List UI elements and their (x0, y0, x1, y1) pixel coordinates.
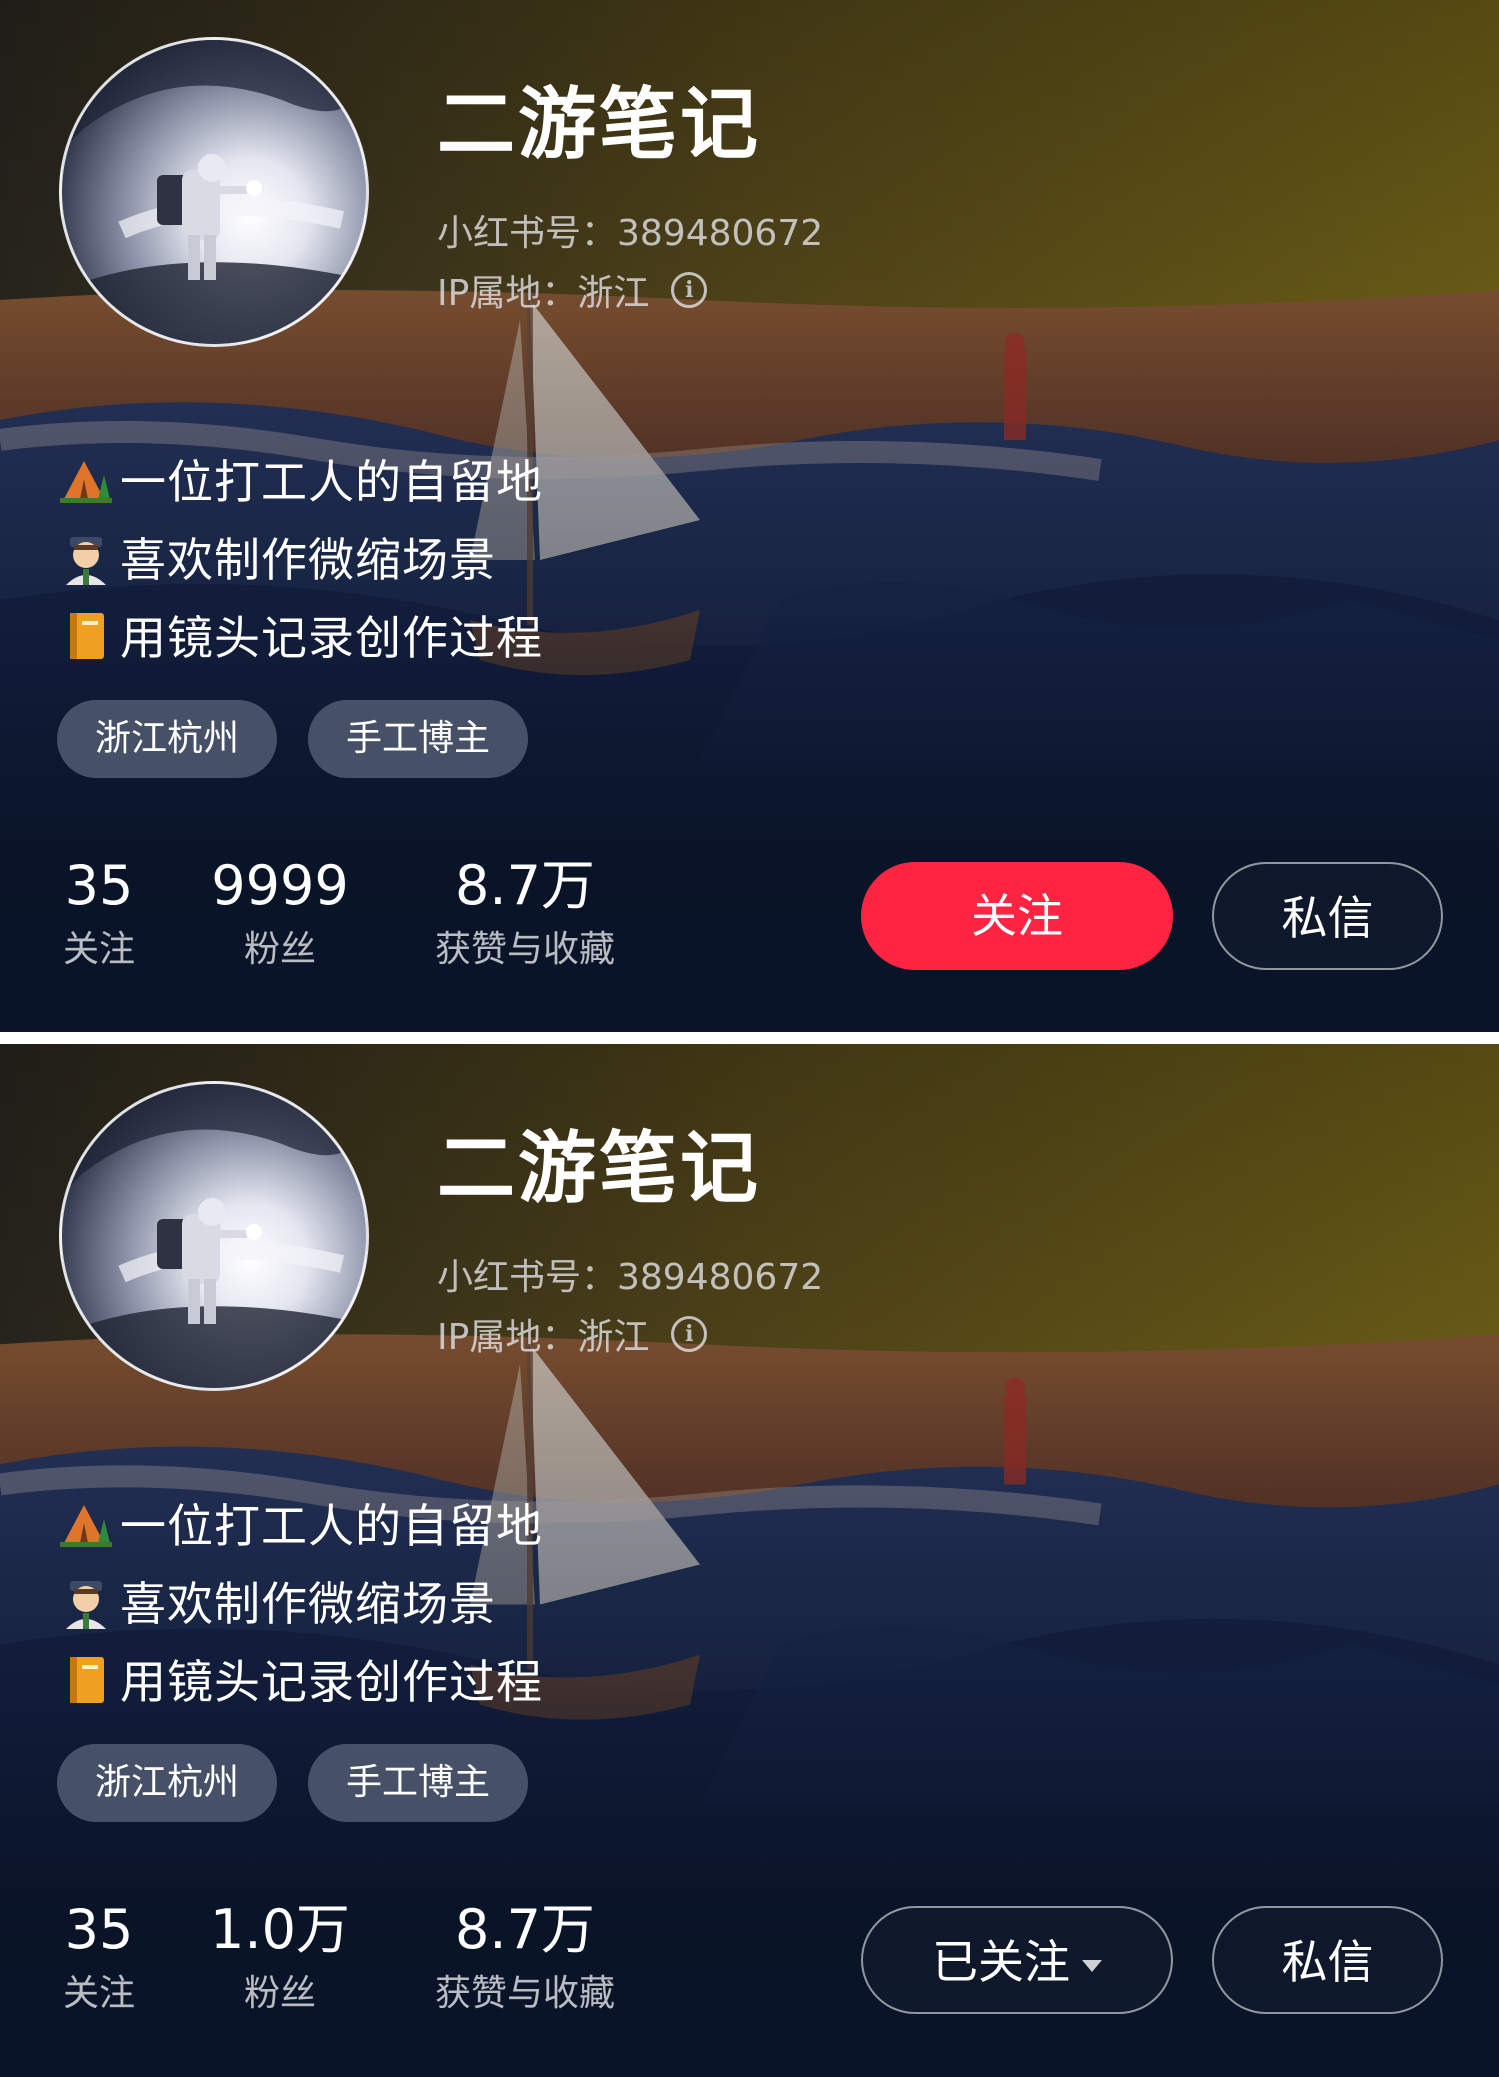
following-button-label: 已关注 (932, 1935, 1070, 1989)
bio-text: 用镜头记录创作过程 (120, 1655, 543, 1709)
bio-text: 喜欢制作微缩场景 (120, 1577, 496, 1631)
avatar[interactable] (59, 1081, 369, 1391)
ip-location: IP属地：浙江 (437, 273, 650, 314)
red-id[interactable]: 小红书号：389480672 (437, 204, 823, 256)
tent-icon (58, 1495, 114, 1551)
bio-text: 一位打工人的自留地 (120, 455, 543, 509)
tag-list: 浙江杭州 手工博主 (57, 1744, 529, 1822)
stat-likes-collects[interactable]: 8.7万 获赞与收藏 (420, 852, 630, 976)
divider (0, 1032, 1499, 1044)
ip-location-row: IP属地：浙江 i (437, 1308, 708, 1360)
bio-line: 用镜头记录创作过程 (58, 1640, 543, 1718)
bio-line: 一位打工人的自留地 (58, 1484, 543, 1562)
likes-count: 8.7万 (455, 1898, 595, 1961)
bio-text: 喜欢制作微缩场景 (120, 533, 496, 587)
profile-header-followed: 二游笔记 小红书号：389480672 IP属地：浙江 i 一位打工人的自留地 (0, 1044, 1499, 2077)
following-label: 关注 (62, 1973, 135, 2014)
tag-list: 浙江杭州 手工博主 (57, 700, 529, 778)
following-label: 关注 (62, 929, 135, 970)
bio-line: 喜欢制作微缩场景 (58, 518, 543, 596)
nickname: 二游笔记 (437, 1124, 762, 1214)
stat-fans[interactable]: 1.0万 粉丝 (210, 1896, 350, 2020)
likes-label: 获赞与收藏 (434, 1973, 615, 2014)
tag-location[interactable]: 浙江杭州 (57, 1744, 278, 1822)
bio: 一位打工人的自留地 喜欢制作微缩场景 用镜头记录创作过程 (58, 1484, 543, 1718)
avatar[interactable] (59, 37, 369, 347)
message-button[interactable]: 私信 (1212, 862, 1443, 970)
bio-text: 用镜头记录创作过程 (120, 611, 543, 665)
tag-category[interactable]: 手工博主 (308, 1744, 529, 1822)
tag-category[interactable]: 手工博主 (308, 700, 529, 778)
bio-line: 一位打工人的自留地 (58, 440, 543, 518)
screenshot-stack: 二游笔记 小红书号：389480672 IP属地：浙江 i 一位打工人的自留地 (0, 0, 1499, 2077)
tent-icon (58, 451, 114, 507)
info-icon[interactable]: i (671, 1316, 708, 1352)
man-icon (58, 1573, 114, 1629)
bio-line: 用镜头记录创作过程 (58, 596, 543, 674)
ip-location-row: IP属地：浙江 i (437, 264, 708, 316)
likes-label: 获赞与收藏 (434, 929, 615, 970)
stat-following[interactable]: 35 关注 (58, 1896, 140, 2020)
fans-label: 粉丝 (243, 1973, 316, 2014)
fans-count: 1.0万 (210, 1898, 350, 1961)
book-icon (58, 607, 114, 663)
fans-count: 9999 (211, 854, 349, 917)
following-count: 35 (64, 1898, 134, 1961)
following-count: 35 (64, 854, 134, 917)
info-icon[interactable]: i (671, 272, 708, 308)
man-icon (58, 529, 114, 585)
bio-text: 一位打工人的自留地 (120, 1499, 543, 1553)
profile-header-not-followed: 二游笔记 小红书号：389480672 IP属地：浙江 i 一位打工人的自留地 (0, 0, 1499, 1032)
stat-following[interactable]: 35 关注 (58, 852, 140, 976)
red-id[interactable]: 小红书号：389480672 (437, 1248, 823, 1300)
message-button[interactable]: 私信 (1212, 1906, 1443, 2014)
ip-location: IP属地：浙江 (437, 1317, 650, 1358)
likes-count: 8.7万 (455, 854, 595, 917)
nickname: 二游笔记 (437, 80, 762, 170)
caret-down-icon (1082, 1959, 1102, 1972)
stat-likes-collects[interactable]: 8.7万 获赞与收藏 (420, 1896, 630, 2020)
bio-line: 喜欢制作微缩场景 (58, 1562, 543, 1640)
book-icon (58, 1651, 114, 1707)
following-dropdown-button[interactable]: 已关注 (861, 1906, 1173, 2014)
tag-location[interactable]: 浙江杭州 (57, 700, 278, 778)
fans-label: 粉丝 (243, 929, 316, 970)
follow-button[interactable]: 关注 (861, 862, 1173, 970)
bio: 一位打工人的自留地 喜欢制作微缩场景 用镜头记录创作过程 (58, 440, 543, 674)
stat-fans[interactable]: 9999 粉丝 (210, 852, 350, 976)
